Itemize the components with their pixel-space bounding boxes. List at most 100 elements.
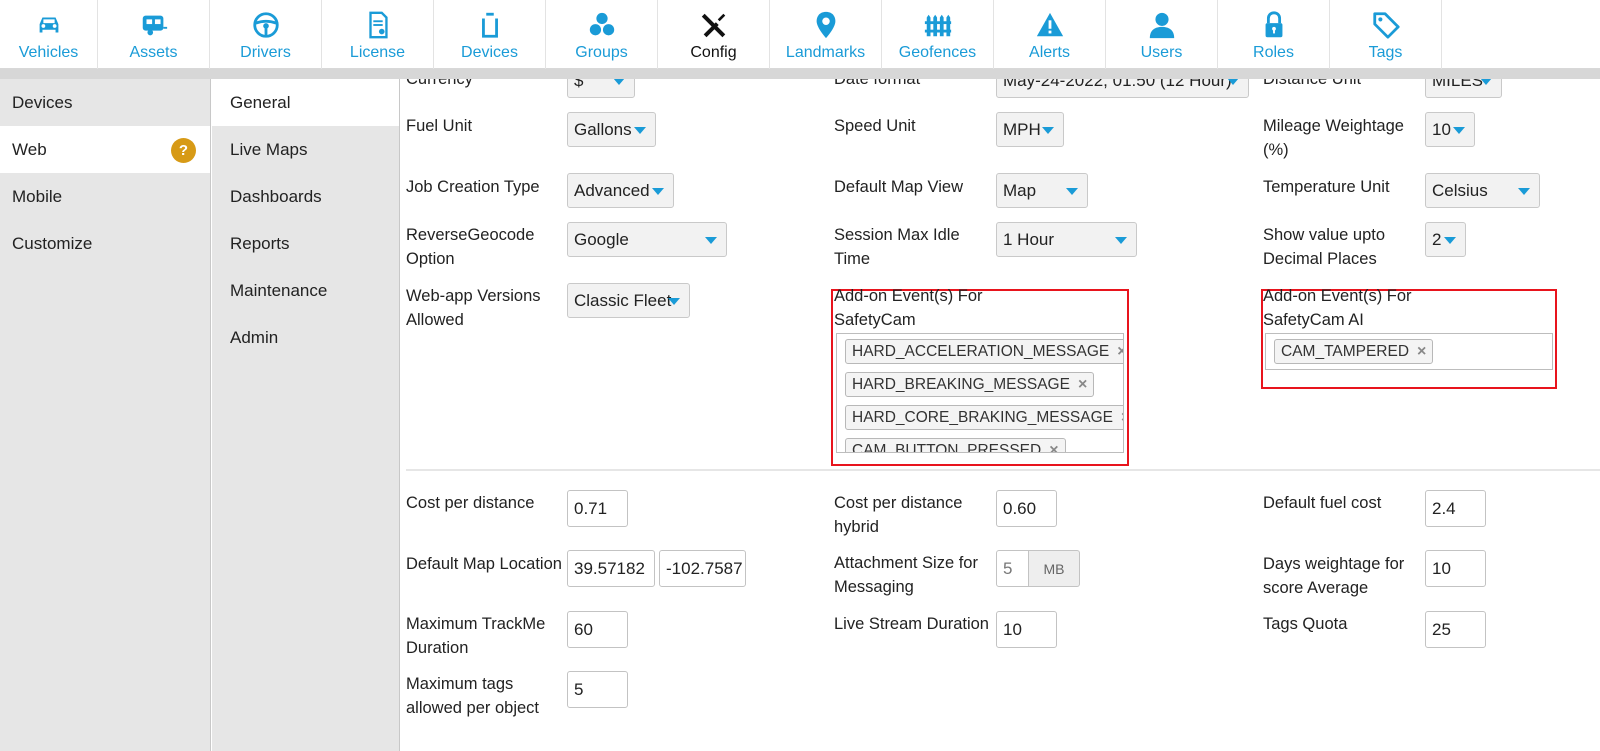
- event-tag: CAM_BUTTON_PRESSED ×: [845, 438, 1066, 453]
- subnav-item-general[interactable]: General: [212, 79, 399, 126]
- event-tag-label: CAM_TAMPERED: [1281, 342, 1410, 360]
- nav-divider: [0, 69, 1600, 79]
- chevron-down-icon: [1042, 127, 1054, 134]
- speed-unit-select[interactable]: MPH: [996, 112, 1064, 147]
- event-tag: CAM_TAMPERED ×: [1274, 339, 1434, 364]
- chevron-down-icon: [1115, 237, 1127, 244]
- license-document-icon: [361, 9, 395, 41]
- nav-users[interactable]: Users: [1106, 0, 1218, 69]
- max-trackme-value: 60: [574, 619, 593, 639]
- session-idle-select[interactable]: 1 Hour: [996, 222, 1137, 257]
- job-creation-select[interactable]: Advanced: [567, 173, 674, 208]
- remove-tag-icon[interactable]: ×: [1078, 376, 1087, 394]
- subnav-item-maintenance[interactable]: Maintenance: [212, 267, 399, 314]
- days-weightage-value: 10: [1432, 558, 1451, 578]
- attachment-size-input[interactable]: 5: [996, 550, 1029, 587]
- warning-icon: [1033, 9, 1067, 41]
- map-latitude-input[interactable]: 39.57182: [567, 550, 655, 587]
- help-badge-icon[interactable]: ?: [171, 138, 196, 163]
- mileage-weightage-select[interactable]: 10: [1425, 112, 1475, 147]
- nav-devices[interactable]: Devices: [434, 0, 546, 69]
- decimal-places-value: 2: [1432, 229, 1442, 249]
- sidebar-item-mobile[interactable]: Mobile: [0, 173, 210, 220]
- sidebar-item-web[interactable]: Web ?: [0, 126, 210, 173]
- event-tag: HARD_ACCELERATION_MESSAGE ×: [845, 339, 1123, 364]
- fence-icon: [921, 9, 955, 41]
- nav-assets[interactable]: Assets: [98, 0, 210, 69]
- decimal-places-label: Show value upto Decimal Places: [1263, 226, 1386, 268]
- nav-roles[interactable]: Roles: [1218, 0, 1330, 69]
- sidebar-item-devices[interactable]: Devices: [0, 79, 210, 126]
- temperature-unit-select[interactable]: Celsius: [1425, 173, 1540, 208]
- vehicle-icon: [32, 9, 66, 41]
- subnav-item-live-maps[interactable]: Live Maps: [212, 126, 399, 173]
- distance-unit-select[interactable]: MILES: [1425, 79, 1502, 98]
- date-format-label: Date format: [834, 79, 921, 88]
- mileage-weightage-value: 10: [1432, 119, 1451, 139]
- decimal-places-select[interactable]: 2: [1425, 222, 1466, 257]
- subnav-item-reports[interactable]: Reports: [212, 220, 399, 267]
- subnav-item-label: Live Maps: [230, 139, 308, 159]
- remove-tag-icon[interactable]: ×: [1117, 343, 1123, 361]
- default-map-view-select[interactable]: Map: [996, 173, 1088, 208]
- nav-groups[interactable]: Groups: [546, 0, 658, 69]
- subnav-item-label: Admin: [230, 327, 279, 347]
- chevron-down-icon: [1066, 188, 1078, 195]
- cost-per-distance-hybrid-input[interactable]: 0.60: [996, 490, 1057, 527]
- reverse-geocode-value: Google: [574, 229, 629, 249]
- nav-geofences[interactable]: Geofences: [882, 0, 994, 69]
- days-weightage-input[interactable]: 10: [1425, 550, 1486, 587]
- addon-safetycam-multiselect[interactable]: HARD_ACCELERATION_MESSAGE × HARD_BREAKING…: [836, 333, 1124, 453]
- addon-safetycam-label: Add-on Event(s) For SafetyCam: [834, 287, 983, 329]
- nav-license[interactable]: License: [322, 0, 434, 69]
- speed-unit-label: Speed Unit: [834, 117, 916, 135]
- subnav-item-label: General: [230, 92, 291, 112]
- job-creation-value: Advanced: [574, 180, 650, 200]
- remove-tag-icon[interactable]: ×: [1417, 343, 1426, 361]
- default-fuel-cost-label: Default fuel cost: [1263, 494, 1382, 512]
- subnav-item-dashboards[interactable]: Dashboards: [212, 173, 399, 220]
- nav-alerts[interactable]: Alerts: [994, 0, 1106, 69]
- nav-label: Vehicles: [18, 44, 79, 61]
- default-map-location-label: Default Map Location: [406, 555, 562, 573]
- remove-tag-icon[interactable]: ×: [1121, 409, 1123, 427]
- tags-quota-input[interactable]: 25: [1425, 611, 1486, 648]
- nav-tags[interactable]: Tags: [1330, 0, 1442, 69]
- default-map-view-value: Map: [1003, 180, 1037, 200]
- sidebar-item-customize[interactable]: Customize: [0, 220, 210, 267]
- max-trackme-input[interactable]: 60: [567, 611, 628, 648]
- nav-label: Geofences: [898, 44, 977, 61]
- nav-landmarks[interactable]: Landmarks: [770, 0, 882, 69]
- nav-label: Config: [690, 44, 737, 61]
- live-stream-input[interactable]: 10: [996, 611, 1057, 648]
- device-icon: [473, 9, 507, 41]
- date-format-select[interactable]: May-24-2022, 01:50 (12 Hour): [996, 79, 1249, 98]
- reverse-geocode-select[interactable]: Google: [567, 222, 727, 257]
- nav-config[interactable]: Config: [658, 0, 770, 69]
- default-fuel-cost-input[interactable]: 2.4: [1425, 490, 1486, 527]
- map-longitude-input[interactable]: -102.7587: [659, 550, 746, 587]
- lock-icon: [1257, 9, 1291, 41]
- remove-tag-icon[interactable]: ×: [1049, 442, 1058, 453]
- nav-drivers[interactable]: Drivers: [210, 0, 322, 69]
- max-tags-input[interactable]: 5: [567, 671, 628, 708]
- chevron-down-icon: [1480, 79, 1492, 85]
- webapp-versions-label: Web-app Versions Allowed: [406, 287, 541, 329]
- sidebar-item-label: Devices: [12, 92, 73, 112]
- max-tags-label: Maximum tags allowed per object: [406, 675, 539, 717]
- currency-select[interactable]: $: [567, 79, 635, 98]
- nav-label: Alerts: [1029, 44, 1070, 61]
- webapp-versions-select[interactable]: Classic Fleet: [567, 283, 690, 318]
- subnav-item-admin[interactable]: Admin: [212, 314, 399, 361]
- currency-value: $: [574, 79, 584, 90]
- chevron-down-icon: [705, 237, 717, 244]
- max-trackme-label: Maximum TrackMe Duration: [406, 615, 546, 657]
- fuel-unit-select[interactable]: Gallons: [567, 112, 656, 147]
- chevron-down-icon: [1518, 188, 1530, 195]
- addon-safetycam-ai-multiselect[interactable]: CAM_TAMPERED ×: [1265, 333, 1553, 370]
- cost-per-distance-input[interactable]: 0.71: [567, 490, 628, 527]
- distance-unit-label: Distance Unit: [1263, 79, 1362, 88]
- fuel-unit-label: Fuel Unit: [406, 117, 473, 135]
- nav-vehicles[interactable]: Vehicles: [0, 0, 98, 69]
- attachment-size-unit-label: MB: [1043, 560, 1065, 577]
